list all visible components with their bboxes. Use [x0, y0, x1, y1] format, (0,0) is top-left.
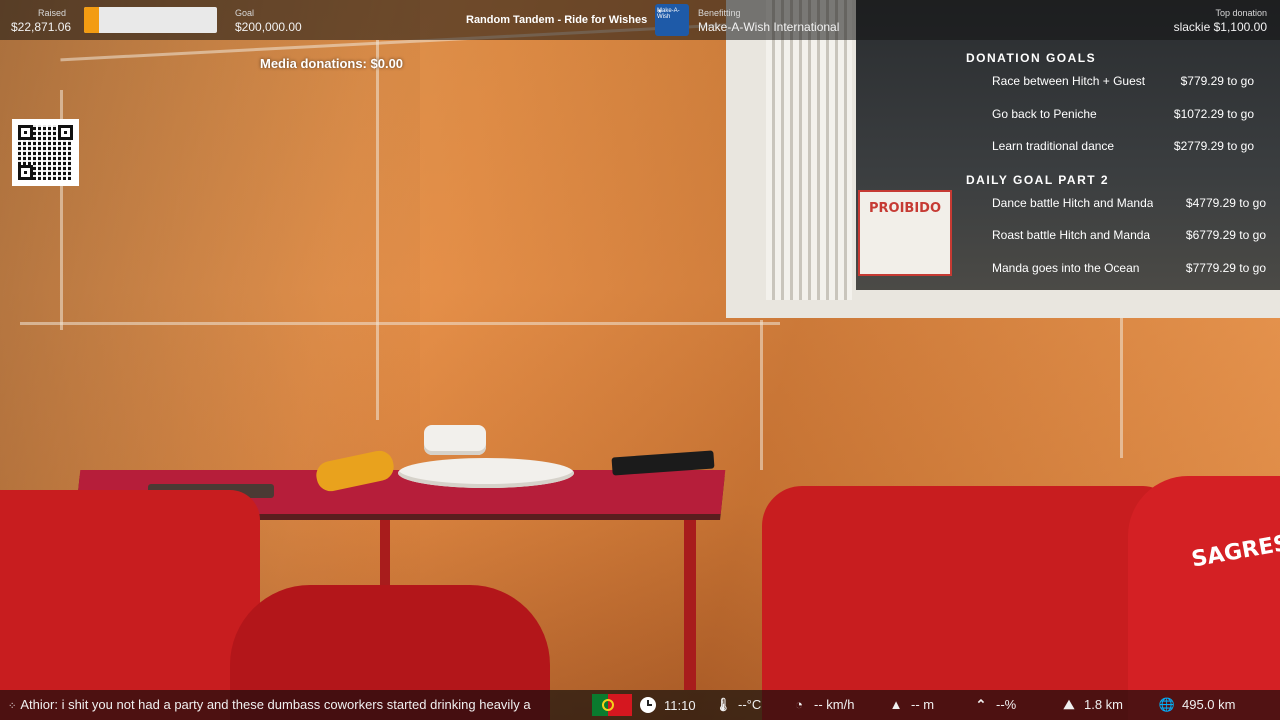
daily-goal-item: Dance battle Hitch and Manda $4779.29 to… [966, 194, 1266, 227]
sagres-logo: SAGRES [1190, 531, 1280, 626]
incline-value: --% [996, 697, 1017, 712]
qr-finder [18, 125, 33, 140]
table-leg [684, 520, 696, 690]
wall-groove [1120, 318, 1123, 458]
temperature-stat: 🌡 --°C [714, 697, 762, 713]
benefitting-label: Benefitting [698, 8, 741, 18]
globe-icon: 🌐 [1158, 697, 1176, 712]
top-donation-value: slackie $1,100.00 [1173, 20, 1267, 34]
altitude-stat: ▲ -- m [887, 697, 935, 712]
speed-value: -- km/h [814, 697, 855, 712]
chat-message: Athior: i shit you not had a party and t… [20, 697, 531, 712]
window-louver [766, 0, 852, 300]
mountain-icon: ▲ [889, 697, 903, 712]
raised-label: Raised [38, 8, 67, 18]
media-donations-text: Media donations: $0.00 [260, 56, 404, 71]
altitude-value: -- m [911, 697, 935, 712]
donation-goals-panel: DONATION GOALS Race between Hitch + Gues… [966, 48, 1266, 292]
goal-label: Goal [235, 8, 255, 18]
goal-name: Go back to Peniche [992, 106, 1097, 121]
campaign-title: Random Tandem - Ride for Wishes [466, 14, 648, 26]
clock-icon [640, 697, 656, 713]
goal-name: Learn traditional dance [992, 139, 1115, 154]
distance-total-stat: 🌐 495.0 km [1158, 697, 1236, 713]
wall-groove [376, 40, 379, 420]
goal-name: Roast battle Hitch and Manda [992, 228, 1151, 243]
speedometer-icon: ◔ [795, 697, 803, 712]
portugal-flag-icon [592, 694, 632, 716]
thermometer-icon: 🌡 [714, 697, 732, 712]
donation-topbar: Raised $22,871.06 Goal $200,000.00 Rando… [0, 0, 1280, 40]
clock-stat: 11:10 [640, 697, 696, 713]
progress-fill [84, 7, 100, 33]
make-a-wish-logo: Make-A-Wish ★ [655, 4, 689, 36]
goal-amount: $1072.29 to go [1173, 106, 1254, 121]
chat-ticker: ⁘ Athior: i shit you not had a party and … [8, 697, 580, 712]
daily-goal-item: Roast battle Hitch and Manda $6779.29 to… [966, 226, 1266, 259]
sign-text: PROIBIDO [868, 201, 941, 216]
incline-icon: ⌃ [975, 697, 987, 712]
distance-remaining-value: 1.8 km [1084, 697, 1124, 712]
goal-item: Learn traditional dance $2779.29 to go [966, 137, 1266, 170]
red-chair [762, 486, 1182, 720]
proibido-sign: PROIBIDO [858, 190, 952, 276]
qr-finder [58, 125, 73, 140]
daily-goal-item: Manda goes into the Ocean $7779.29 to go [966, 259, 1266, 292]
distance-total-value: 495.0 km [1182, 697, 1236, 712]
goal-name: Race between Hitch + Guest [992, 74, 1146, 88]
raised-progress-bar [84, 7, 217, 33]
goal-amount: $200,000.00 [235, 20, 302, 34]
goal-amount: $7779.29 to go [1185, 260, 1266, 275]
top-donation-label: Top donation [1215, 8, 1267, 18]
benefitting-org: Make-A-Wish International [698, 20, 840, 34]
plate [398, 458, 574, 488]
wall-groove [20, 322, 780, 325]
cup [424, 425, 486, 455]
star-icon: ★ [657, 9, 663, 15]
raised-amount: $22,871.06 [11, 20, 72, 34]
road-icon: ⛰ [1063, 697, 1075, 712]
speed-stat: ◔ -- km/h [790, 697, 854, 712]
goal-amount: $779.29 to go [1180, 74, 1254, 88]
red-chair [0, 490, 260, 720]
wall-groove [760, 320, 763, 470]
goal-amount: $4779.29 to go [1185, 195, 1266, 210]
donation-goals-heading: DONATION GOALS [966, 51, 1097, 65]
donate-qr-code[interactable] [12, 119, 79, 186]
qr-finder [18, 165, 33, 180]
goal-item: Go back to Peniche $1072.29 to go [966, 105, 1266, 138]
goal-name: Manda goes into the Ocean [992, 260, 1140, 275]
goal-item: Race between Hitch + Guest $779.29 to go [966, 72, 1266, 105]
daily-goals-heading: DAILY GOAL PART 2 [966, 172, 1110, 187]
incline-stat: ⌃ --% [972, 697, 1017, 713]
goal-amount: $6779.29 to go [1185, 228, 1266, 243]
goal-name: Dance battle Hitch and Manda [992, 195, 1154, 210]
distance-remaining-stat: ⛰ 1.8 km [1060, 697, 1123, 713]
goal-amount: $2779.29 to go [1173, 139, 1254, 154]
temperature-value: --°C [738, 697, 762, 712]
stream-status-bar: ⁘ Athior: i shit you not had a party and … [0, 690, 1280, 720]
chat-icon: ⁘ [8, 701, 17, 712]
time-value: 11:10 [664, 698, 696, 713]
